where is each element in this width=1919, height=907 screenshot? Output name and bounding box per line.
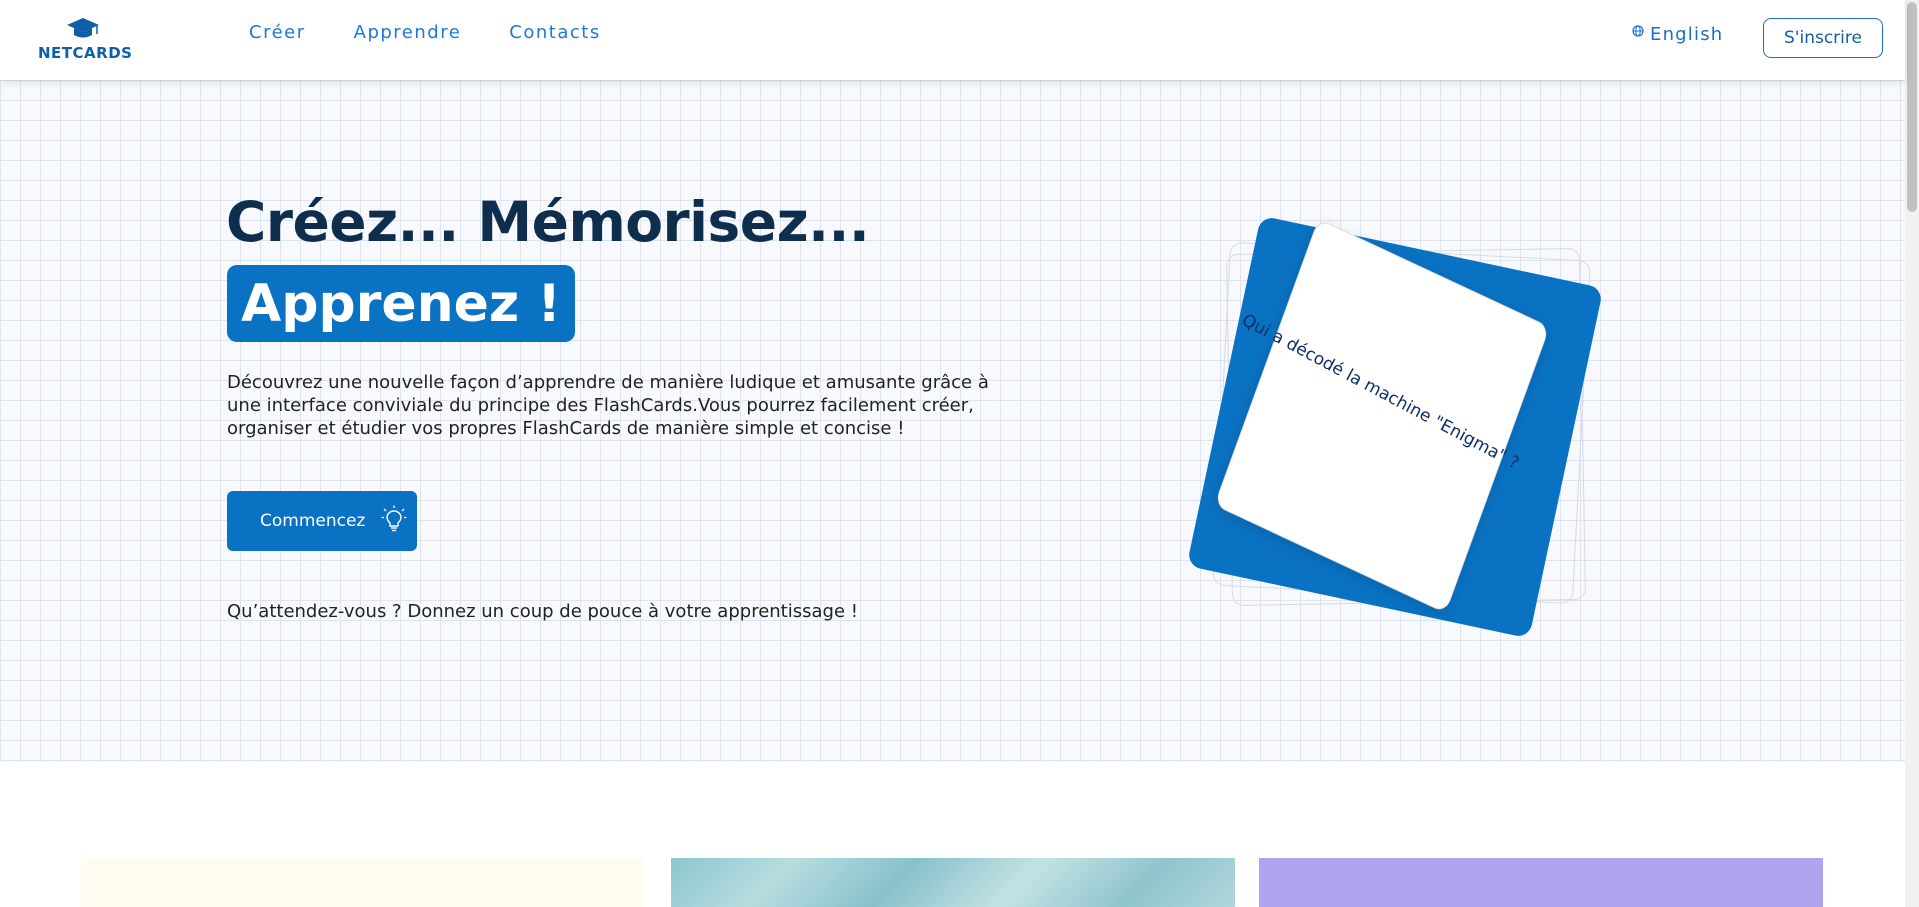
flashcard-question-wrap: Qui a décodé la machine "Enigma" ? (1230, 310, 1530, 474)
main-nav: Créer Apprendre Contacts (249, 22, 601, 43)
hero-title-highlight-text: Apprenez ! (241, 273, 561, 334)
site-header: NETCARDS Créer Apprendre Contacts Englis… (0, 0, 1905, 80)
flashcard-question: Qui a décodé la machine "Enigma" ? (1238, 310, 1522, 474)
hero-title-highlight: Apprenez ! (227, 265, 575, 342)
lightbulb-icon (381, 505, 407, 537)
graduation-cap-icon (66, 16, 100, 46)
language-label: English (1650, 24, 1724, 45)
hero-description: Découvrez une nouvelle façon d’apprendre… (227, 372, 989, 439)
scrollbar-thumb[interactable] (1907, 2, 1917, 212)
nav-link-apprendre[interactable]: Apprendre (354, 22, 462, 43)
language-switcher[interactable]: English (1632, 22, 1723, 45)
hero-title: Créez... Mémorisez... (226, 190, 870, 254)
start-button-label: Commencez (260, 511, 366, 531)
feature-card-2[interactable] (671, 858, 1235, 907)
signup-button[interactable]: S'inscrire (1763, 18, 1883, 58)
globe-icon (1632, 22, 1644, 41)
page: NETCARDS Créer Apprendre Contacts Englis… (0, 0, 1919, 907)
start-button[interactable]: Commencez (227, 491, 417, 551)
feature-card-3[interactable] (1259, 858, 1823, 907)
logo-text: NETCARDS (38, 44, 133, 62)
logo[interactable]: NETCARDS (38, 14, 132, 64)
feature-card-1[interactable] (81, 858, 645, 907)
page-scrollbar[interactable] (1905, 0, 1919, 907)
hero-section: Créez... Mémorisez... Apprenez ! Découvr… (0, 80, 1905, 762)
nav-link-creer[interactable]: Créer (249, 22, 306, 43)
nav-link-contacts[interactable]: Contacts (509, 22, 600, 43)
hero-tagline: Qu’attendez-vous ? Donnez un coup de pou… (227, 601, 858, 622)
